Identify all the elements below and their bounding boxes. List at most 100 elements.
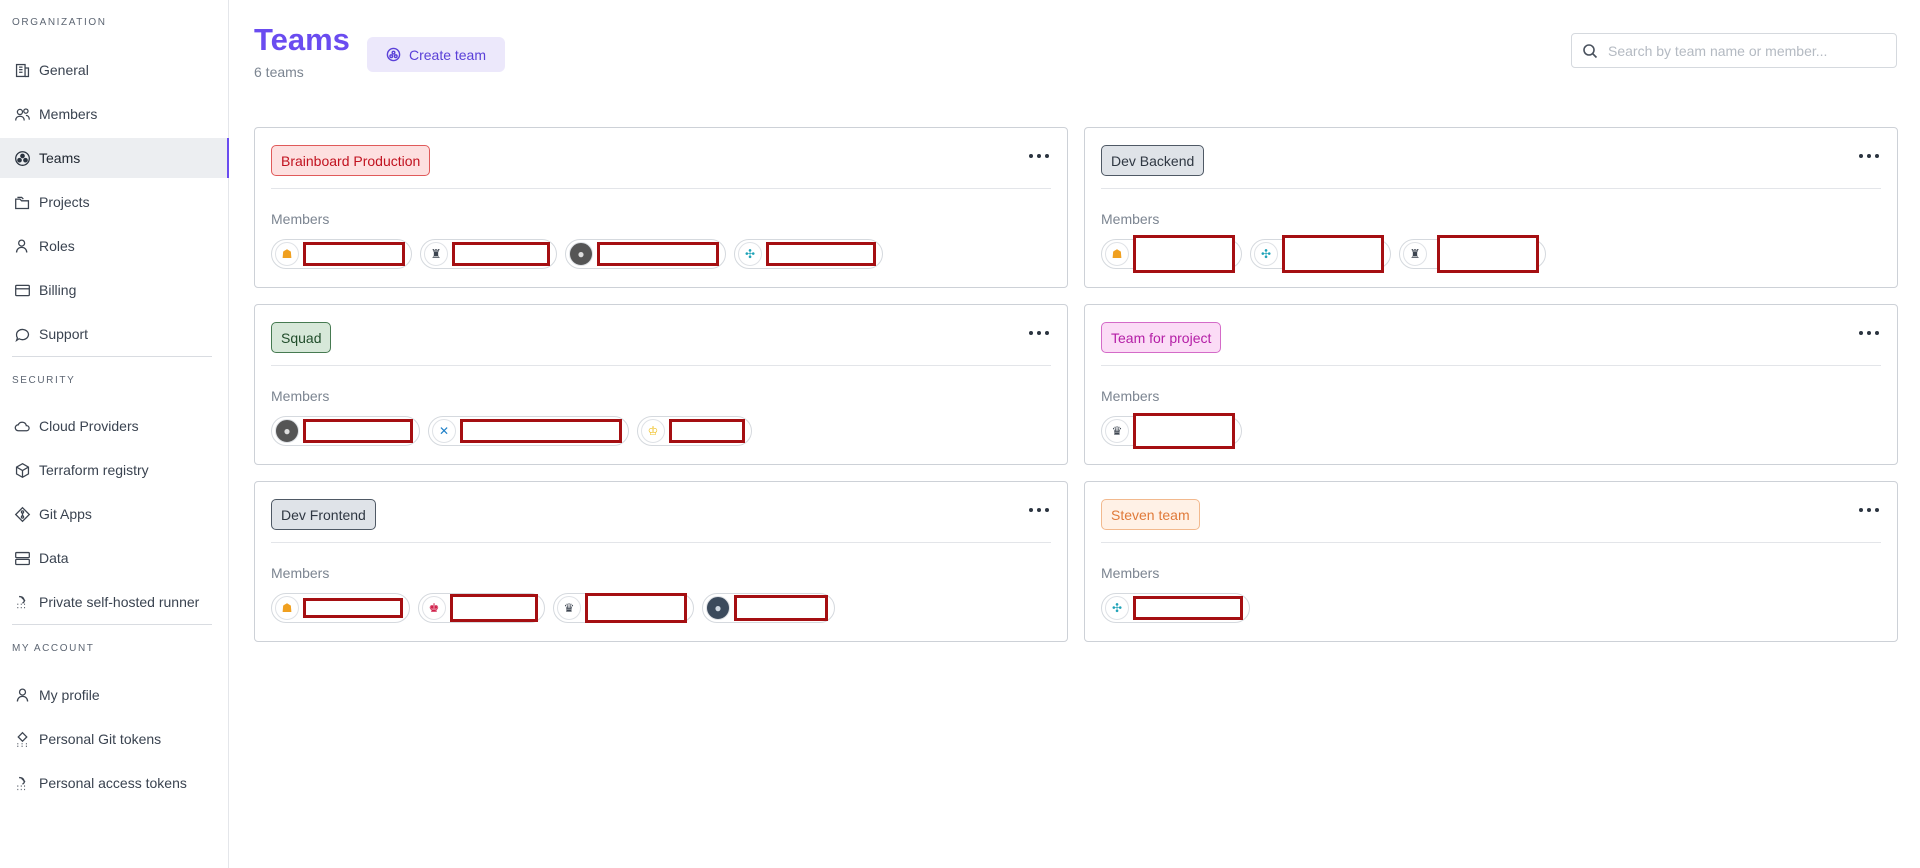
sidebar-item-label: Support <box>39 326 89 342</box>
redacted-member-name <box>766 242 876 266</box>
redacted-member-name <box>450 594 538 622</box>
avatar: ✕ <box>432 419 456 443</box>
sidebar-item-label: Teams <box>39 150 81 166</box>
sidebar-item-label: My profile <box>39 687 100 703</box>
member-list: ☗ ✣ ♜ <box>1101 235 1546 273</box>
member-chip[interactable]: ✣ <box>1250 235 1391 273</box>
redacted-member-name <box>460 419 622 443</box>
sidebar-item-label: Terraform registry <box>39 462 149 478</box>
sidebar-item-support[interactable]: Support <box>0 314 229 354</box>
avatar: ✣ <box>738 242 762 266</box>
sidebar-item-projects[interactable]: Projects <box>0 182 229 222</box>
member-chip[interactable]: ☗ <box>1101 235 1242 273</box>
sidebar-item-label: Projects <box>39 194 90 210</box>
create-team-label: Create team <box>408 46 487 63</box>
sidebar-item-label: Billing <box>39 282 77 298</box>
sidebar-item-git-apps[interactable]: Git Apps <box>0 494 229 534</box>
sidebar-item-members[interactable]: Members <box>0 94 229 134</box>
members-label: Members <box>1101 388 1160 404</box>
section-title-my-account: MY ACCOUNT <box>12 643 95 654</box>
member-chip[interactable]: ☗ <box>271 239 412 269</box>
team-card: Dev Frontend Members ☗ ♚ ♛ ● <box>254 481 1068 642</box>
member-chip[interactable]: ✣ <box>1101 593 1250 623</box>
redacted-member-name <box>1133 235 1235 273</box>
card-divider <box>271 365 1051 366</box>
sidebar-item-label: Cloud Providers <box>39 418 139 434</box>
redacted-member-name <box>1133 596 1243 620</box>
search-box[interactable] <box>1571 33 1897 68</box>
create-team-button[interactable]: Create team <box>367 37 505 72</box>
search-icon <box>1583 43 1598 58</box>
runner-icon <box>12 592 32 612</box>
team-name-tag[interactable]: Brainboard Production <box>271 145 431 176</box>
redacted-member-name <box>303 419 413 443</box>
search-input[interactable] <box>1608 42 1878 59</box>
sidebar-item-my-profile[interactable]: My profile <box>0 675 229 715</box>
member-chip[interactable]: ● <box>565 239 726 269</box>
user-icon <box>12 685 32 705</box>
member-chip[interactable]: ● <box>271 416 420 446</box>
more-options-button[interactable] <box>1855 146 1883 166</box>
redacted-member-name <box>669 419 745 443</box>
avatar: ♜ <box>424 242 448 266</box>
team-card: Team for project Members ♛ <box>1084 304 1898 465</box>
redacted-member-name <box>1282 235 1384 273</box>
avatar: ☗ <box>275 596 299 620</box>
team-name-tag[interactable]: Dev Frontend <box>271 499 376 530</box>
chat-bubble-icon <box>12 324 32 344</box>
member-chip[interactable]: ☗ <box>271 593 410 623</box>
teams-icon <box>386 47 401 62</box>
git-icon <box>12 504 32 524</box>
sidebar-item-cloud-providers[interactable]: Cloud Providers <box>0 406 229 446</box>
members-label: Members <box>1101 565 1160 581</box>
sidebar-divider <box>12 356 212 357</box>
card-divider <box>1101 542 1881 543</box>
sidebar-item-roles[interactable]: Roles <box>0 226 229 266</box>
avatar: ♜ <box>1403 242 1427 266</box>
redacted-member-name <box>452 242 550 266</box>
sidebar-item-label: Members <box>39 106 98 122</box>
member-list: ☗ ♚ ♛ ● <box>271 593 835 623</box>
sidebar-item-label: Private self-hosted runner <box>39 594 200 610</box>
more-options-button[interactable] <box>1855 323 1883 343</box>
sidebar-item-teams[interactable]: Teams <box>0 138 229 178</box>
member-chip[interactable]: ✕ <box>428 416 629 446</box>
more-options-button[interactable] <box>1025 500 1053 520</box>
member-chip[interactable]: ♚ <box>418 593 545 623</box>
team-name-tag[interactable]: Dev Backend <box>1101 145 1205 176</box>
team-card: Dev Backend Members ☗ ✣ ♜ <box>1084 127 1898 288</box>
member-chip[interactable]: ♛ <box>553 593 694 623</box>
avatar: ♛ <box>1105 419 1129 443</box>
member-chip[interactable]: ✣ <box>734 239 883 269</box>
avatar: ♔ <box>641 419 665 443</box>
sidebar-item-personal-access-tokens[interactable]: Personal access tokens <box>0 763 229 803</box>
sidebar-item-data[interactable]: Data <box>0 538 229 578</box>
team-name-tag[interactable]: Squad <box>271 322 332 353</box>
sidebar-item-label: Data <box>39 550 69 566</box>
sidebar-item-billing[interactable]: Billing <box>0 270 229 310</box>
redacted-member-name <box>1133 413 1235 449</box>
team-name-tag[interactable]: Steven team <box>1101 499 1200 530</box>
more-options-button[interactable] <box>1855 500 1883 520</box>
avatar: ● <box>706 596 730 620</box>
credit-card-icon <box>12 280 32 300</box>
redacted-member-name <box>597 242 719 266</box>
member-chip[interactable]: ♔ <box>637 416 752 446</box>
member-chip[interactable]: ♜ <box>420 239 557 269</box>
card-divider <box>1101 188 1881 189</box>
member-chip[interactable]: ● <box>702 593 835 623</box>
sidebar-item-general[interactable]: General <box>0 50 229 90</box>
more-options-button[interactable] <box>1025 146 1053 166</box>
member-chip[interactable]: ♛ <box>1101 413 1242 449</box>
sidebar-item-terraform-registry[interactable]: Terraform registry <box>0 450 229 490</box>
member-chip[interactable]: ♜ <box>1399 235 1546 273</box>
avatar: ● <box>569 242 593 266</box>
members-label: Members <box>271 565 330 581</box>
redacted-member-name <box>1437 235 1539 273</box>
sidebar-item-personal-git-tokens[interactable]: Personal Git tokens <box>0 719 229 759</box>
sidebar-item-private-runner[interactable]: Private self-hosted runner <box>0 582 229 622</box>
team-name-tag[interactable]: Team for project <box>1101 322 1222 353</box>
folders-icon <box>12 192 32 212</box>
section-title-security: SECURITY <box>12 375 76 386</box>
more-options-button[interactable] <box>1025 323 1053 343</box>
